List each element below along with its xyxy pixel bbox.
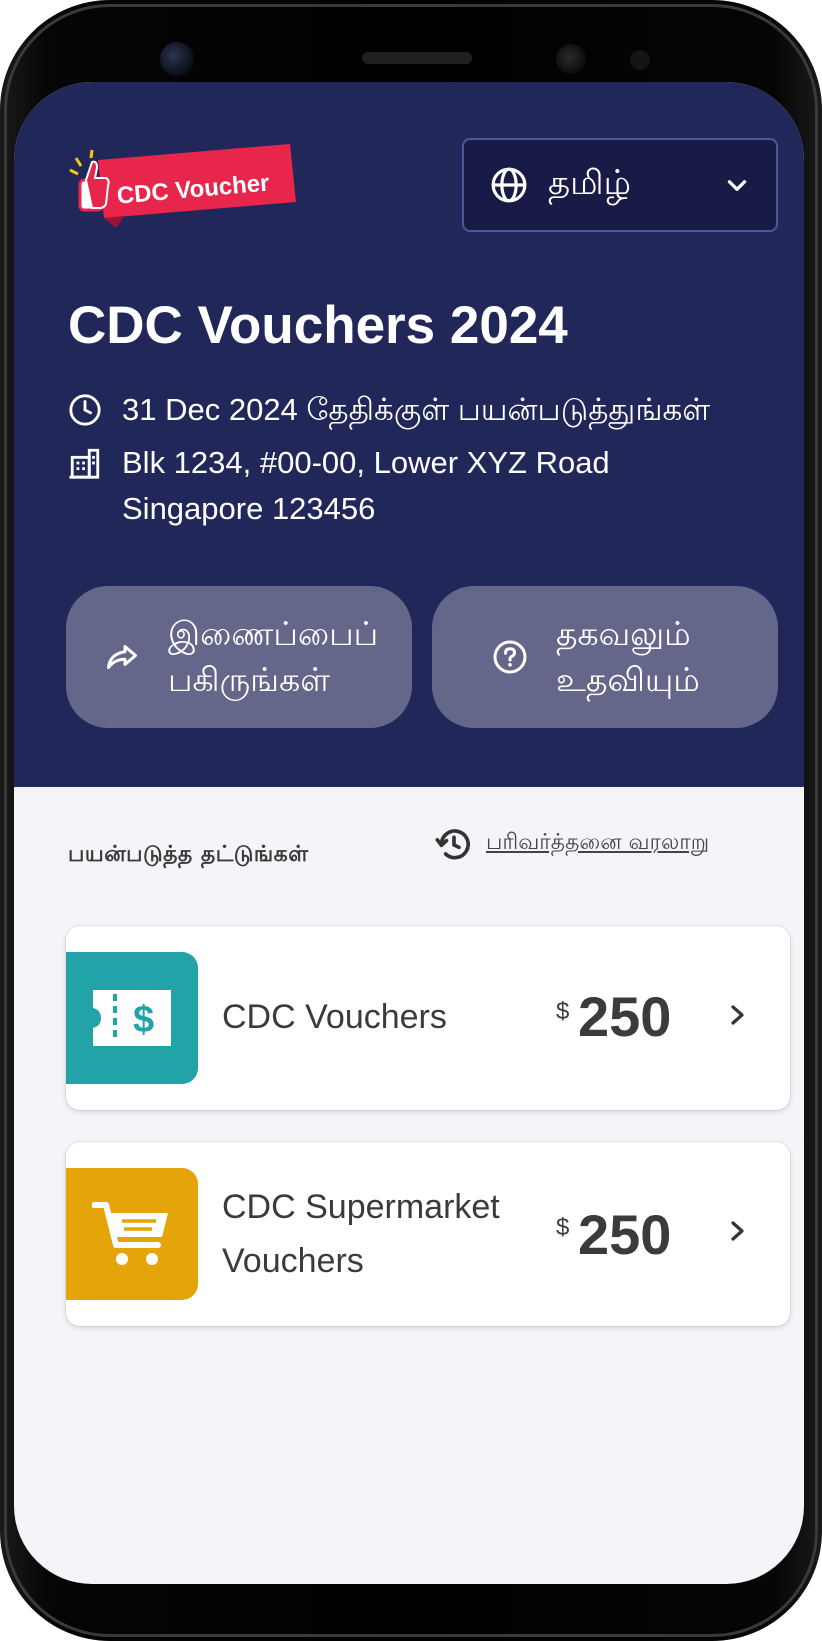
voucher-card-cdc[interactable]: $ CDC Vouchers $ 250 bbox=[66, 926, 790, 1110]
svg-text:$: $ bbox=[133, 999, 154, 1041]
front-camera bbox=[160, 42, 194, 76]
globe-icon bbox=[491, 167, 527, 203]
expiry-text: 31 Dec 2024 தேதிக்குள் பயன்படுத்துங்கள் bbox=[122, 392, 711, 427]
light-sensor bbox=[630, 50, 650, 70]
shopping-cart-icon bbox=[92, 1202, 168, 1265]
voucher-amount: 250 bbox=[578, 1203, 672, 1266]
language-dropdown[interactable]: தமிழ் bbox=[462, 138, 778, 232]
clock-icon bbox=[69, 394, 101, 426]
share-link-button[interactable]: இணைப்பைப் பகிருங்கள் bbox=[66, 586, 412, 728]
chevron-right-icon bbox=[731, 1005, 744, 1025]
voucher-name: CDC Vouchers bbox=[222, 998, 447, 1036]
info-help-button[interactable]: தகவலும் உதவியும் bbox=[432, 586, 778, 728]
share-link-label: இணைப்பைப் பகிருங்கள் bbox=[168, 614, 379, 699]
voucher-card-supermarket[interactable]: CDC Supermarket Vouchers $ 250 bbox=[66, 1142, 790, 1326]
address-info: Blk 1234, #00-00, Lower XYZ Road Singapo… bbox=[68, 440, 610, 532]
tap-to-use-heading: பயன்படுத்த தட்டுங்கள் bbox=[68, 842, 309, 867]
help-icon bbox=[493, 640, 527, 674]
transaction-history-label: பரிவர்த்தனை வரலாறு bbox=[486, 830, 710, 855]
share-icon bbox=[107, 645, 137, 669]
building-icon bbox=[69, 448, 100, 479]
history-icon bbox=[435, 829, 470, 860]
app-screen: CDC Voucher தமிழ் CDC Vouchers 2024 31 D… bbox=[14, 82, 804, 1584]
address-line-2: Singapore 123456 bbox=[122, 491, 376, 526]
selected-language: தமிழ் bbox=[548, 163, 631, 203]
page-title: CDC Vouchers 2024 bbox=[68, 296, 568, 355]
voucher-currency: $ bbox=[556, 998, 570, 1025]
cdc-voucher-logo-graphic: CDC Voucher bbox=[69, 144, 296, 228]
voucher-name: CDC Supermarket Vouchers bbox=[222, 1188, 500, 1280]
voucher-header: CDC Voucher தமிழ் CDC Vouchers 2024 31 D… bbox=[14, 82, 804, 787]
proximity-sensor bbox=[556, 44, 586, 74]
voucher-ticket-icon: $ bbox=[93, 990, 171, 1046]
voucher-amount: 250 bbox=[578, 985, 672, 1048]
chevron-right-icon bbox=[731, 1221, 744, 1241]
address-line-1: Blk 1234, #00-00, Lower XYZ Road bbox=[122, 445, 610, 480]
voucher-currency: $ bbox=[556, 1214, 570, 1241]
chevron-down-icon bbox=[727, 180, 747, 191]
voucher-badge: $ bbox=[66, 952, 198, 1084]
transaction-history-link[interactable]: பரிவர்த்தனை வரலாறு bbox=[434, 824, 709, 864]
earpiece-speaker bbox=[362, 52, 472, 64]
cdc-voucher-logo: CDC Voucher bbox=[64, 142, 304, 232]
address-text: Blk 1234, #00-00, Lower XYZ Road Singapo… bbox=[122, 440, 610, 532]
voucher-badge bbox=[66, 1168, 198, 1300]
info-help-label: தகவலும் உதவியும் bbox=[556, 614, 700, 699]
expiry-info: 31 Dec 2024 தேதிக்குள் பயன்படுத்துங்கள் bbox=[68, 387, 710, 433]
